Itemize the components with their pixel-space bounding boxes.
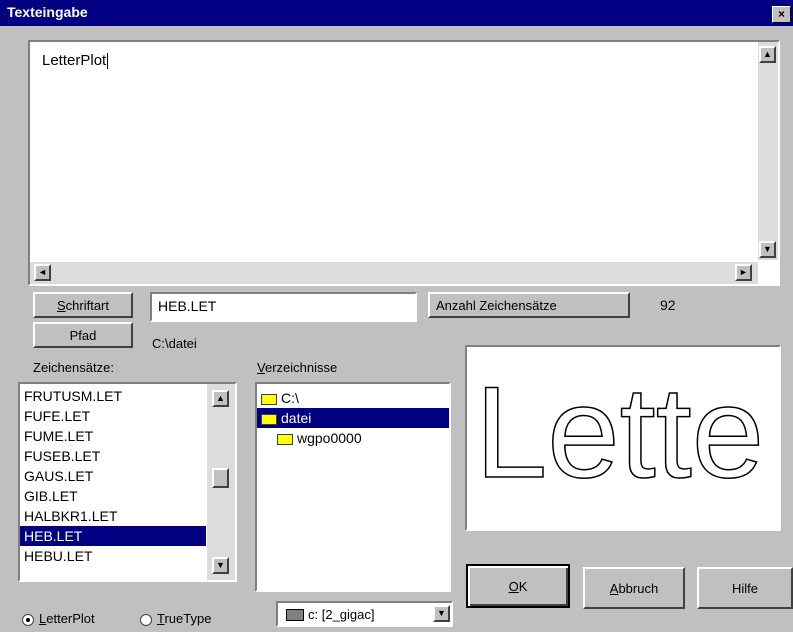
font-preview: Lette [465, 345, 781, 531]
charset-item[interactable]: FUME.LET [20, 426, 206, 446]
charsets-list[interactable]: FRUTUSM.LET FUFE.LET FUME.LET FUSEB.LET GAUS… [18, 382, 237, 582]
font-field[interactable]: HEB.LET [150, 292, 417, 322]
drive-select[interactable]: c: [2_gigac] ▼ [276, 601, 453, 627]
charset-item[interactable]: FUFE.LET [20, 406, 206, 426]
radio-letterplot[interactable]: LetterPlot [22, 611, 95, 626]
scroll-up-button[interactable]: ▲ [759, 46, 776, 63]
folder-icon [261, 413, 277, 425]
charset-item[interactable]: GAUS.LET [20, 466, 206, 486]
charset-count-label: Anzahl Zeichensätze [428, 292, 630, 318]
charset-item[interactable]: FRUTUSM.LET [20, 386, 206, 406]
charsets-scroll-up[interactable]: ▲ [212, 390, 229, 407]
path-value: C:\datei [152, 336, 197, 351]
vertical-scrollbar[interactable]: ▲ ▼ [758, 42, 778, 260]
charset-item[interactable]: GIB.LET [20, 486, 206, 506]
drive-value: c: [2_gigac] [308, 607, 375, 622]
scroll-left-button[interactable]: ◄ [34, 264, 51, 281]
directories-list[interactable]: C:\ datei wgpo0000 [255, 382, 451, 592]
directory-name: datei [281, 410, 312, 426]
charsets-scroll-thumb[interactable] [212, 468, 229, 488]
directory-item[interactable]: wgpo0000 [257, 428, 449, 448]
charsets-scroll-down[interactable]: ▼ [212, 557, 229, 574]
directories-items: C:\ datei wgpo0000 [257, 384, 449, 448]
title-bar [0, 0, 793, 26]
help-button[interactable]: Hilfe [697, 567, 793, 609]
scroll-right-button[interactable]: ► [735, 264, 752, 281]
ok-button-label: OK [508, 578, 528, 594]
close-button[interactable]: × [772, 6, 791, 23]
text-value: LetterPlot [42, 52, 109, 70]
charsets-items: FRUTUSM.LET FUFE.LET FUME.LET FUSEB.LET GAUS… [20, 384, 206, 566]
charset-item[interactable]: HALBKR1.LET [20, 506, 206, 526]
charset-item[interactable]: FUSEB.LET [20, 446, 206, 466]
font-button-label: Schriftart [56, 297, 109, 313]
path-button[interactable]: Pfad [33, 322, 133, 348]
window-title: Texteingabe [7, 4, 88, 20]
charsets-label: Zeichensätze: [33, 360, 114, 375]
text-area[interactable]: LetterPlot ▲ ▼ ◄ ► [28, 40, 780, 286]
directories-label: Verzeichnisse [257, 360, 338, 375]
horizontal-scrollbar[interactable]: ◄ ► [30, 262, 758, 284]
charset-item[interactable]: HEB.LET [20, 526, 206, 546]
scroll-down-button[interactable]: ▼ [759, 241, 776, 258]
font-button[interactable]: Schriftart [33, 292, 133, 318]
preview-text: Lette [474, 358, 765, 506]
charset-count-value: 92 [660, 297, 676, 313]
text-caret [107, 53, 109, 70]
radio-truetype-indicator[interactable] [140, 613, 152, 626]
directory-item[interactable]: datei [257, 408, 449, 428]
charset-item[interactable]: HEBU.LET [20, 546, 206, 566]
drive-dropdown-button[interactable]: ▼ [433, 605, 450, 622]
radio-letterplot-indicator[interactable] [22, 613, 34, 626]
radio-truetype[interactable]: TrueType [140, 611, 211, 626]
charsets-scrollbar[interactable]: ▲ ▼ [207, 384, 235, 580]
cancel-button-label: Abbruch [609, 580, 659, 596]
directory-item[interactable]: C:\ [257, 388, 449, 408]
folder-icon [277, 433, 293, 445]
ok-button[interactable]: OK [466, 564, 570, 608]
cancel-button[interactable]: Abbruch [583, 567, 685, 609]
folder-icon [261, 393, 277, 405]
drive-icon [286, 609, 304, 621]
directory-name: C:\ [281, 390, 299, 406]
directory-name: wgpo0000 [297, 430, 362, 446]
